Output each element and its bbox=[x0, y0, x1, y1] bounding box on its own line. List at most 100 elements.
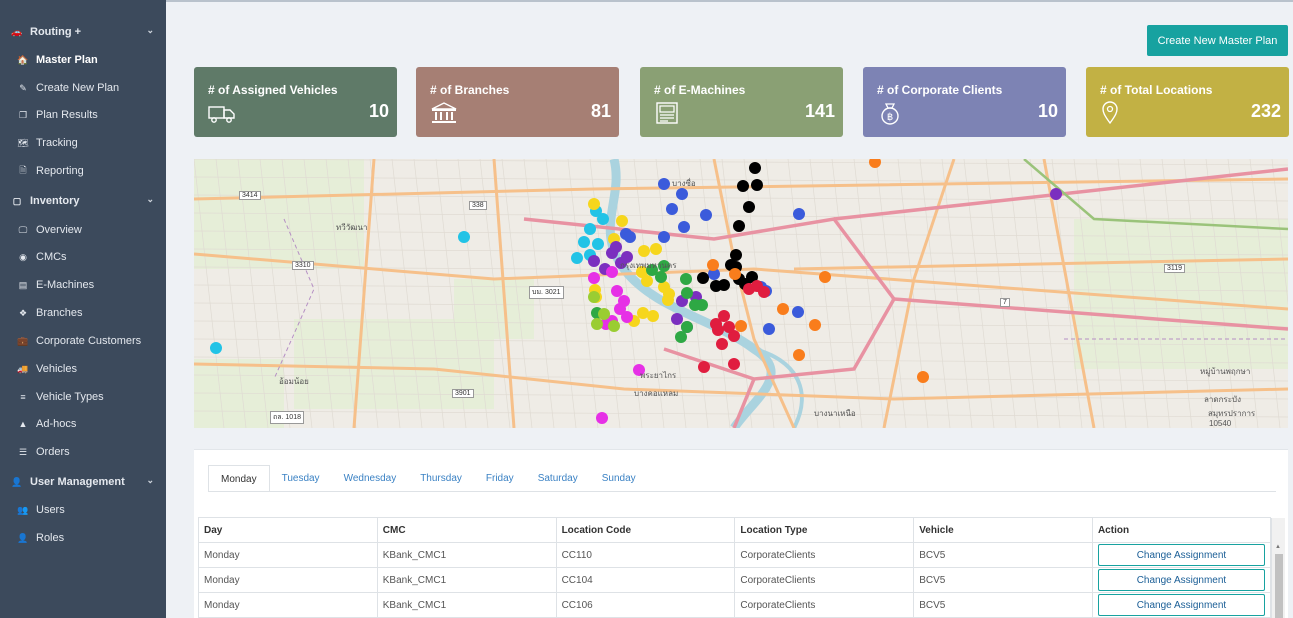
table-scrollbar[interactable]: ▲ bbox=[1271, 518, 1285, 618]
sidebar-item-plan-results[interactable]: ❐ Plan Results bbox=[0, 104, 166, 126]
map-marker-yellow[interactable] bbox=[638, 245, 650, 257]
map-marker-green[interactable] bbox=[680, 273, 692, 285]
map-marker-cyan[interactable] bbox=[584, 223, 596, 235]
map-marker-orange[interactable] bbox=[917, 371, 929, 383]
sidebar-item-users[interactable]: 👥 Users bbox=[0, 499, 166, 521]
change-assignment-button[interactable]: Change Assignment bbox=[1097, 594, 1265, 616]
map-marker-red[interactable] bbox=[728, 358, 740, 370]
map-marker-red[interactable] bbox=[712, 324, 724, 336]
map-marker-black[interactable] bbox=[743, 201, 755, 213]
change-assignment-button[interactable]: Change Assignment bbox=[1097, 569, 1265, 591]
map-marker-cyan[interactable] bbox=[578, 236, 590, 248]
map-marker-black[interactable] bbox=[751, 179, 763, 191]
chevron-down-icon[interactable]: ⌄ bbox=[146, 475, 154, 486]
sidebar-item-ad-hocs[interactable]: ▲ Ad-hocs bbox=[0, 413, 166, 435]
map-marker-black[interactable] bbox=[697, 272, 709, 284]
map-marker-orange[interactable] bbox=[707, 259, 719, 271]
map-marker-orange[interactable] bbox=[809, 319, 821, 331]
map-marker-black[interactable] bbox=[749, 162, 761, 174]
map-marker-lime[interactable] bbox=[588, 291, 600, 303]
sidebar-item-branches[interactable]: ❖ Branches bbox=[0, 302, 166, 324]
map-marker-red[interactable] bbox=[698, 361, 710, 373]
map-marker-green[interactable] bbox=[655, 271, 667, 283]
map-marker-blue[interactable] bbox=[792, 306, 804, 318]
sidebar-item-cmcs[interactable]: ◉ CMCs bbox=[0, 246, 166, 268]
map-marker-blue[interactable] bbox=[624, 231, 636, 243]
tab-tuesday[interactable]: Tuesday bbox=[270, 465, 332, 492]
map-marker-red[interactable] bbox=[718, 310, 730, 322]
map-marker-purple[interactable] bbox=[610, 241, 622, 253]
chevron-down-icon[interactable]: ⌄ bbox=[146, 194, 154, 205]
map-marker-lime[interactable] bbox=[608, 320, 620, 332]
tab-saturday[interactable]: Saturday bbox=[526, 465, 590, 492]
map-marker-red[interactable] bbox=[716, 338, 728, 350]
chevron-down-icon[interactable]: ⌄ bbox=[146, 25, 154, 36]
map-marker-yellow[interactable] bbox=[588, 198, 600, 210]
sidebar-item-roles[interactable]: 👤 Roles bbox=[0, 527, 166, 549]
sidebar-group-user-management[interactable]: 👤 User Management ⌄ bbox=[0, 471, 166, 493]
map-marker-magenta[interactable] bbox=[588, 272, 600, 284]
map-marker-magenta[interactable] bbox=[621, 311, 633, 323]
map-marker-orange[interactable] bbox=[793, 349, 805, 361]
map-marker-green[interactable] bbox=[681, 321, 693, 333]
map-marker-black[interactable] bbox=[718, 279, 730, 291]
map-marker-green[interactable] bbox=[681, 287, 693, 299]
map-marker-purple[interactable] bbox=[588, 255, 600, 267]
map-marker-lime[interactable] bbox=[591, 318, 603, 330]
map-marker-magenta[interactable] bbox=[606, 266, 618, 278]
map-marker-yellow[interactable] bbox=[616, 215, 628, 227]
map-marker-green[interactable] bbox=[675, 331, 687, 343]
sidebar-item-tracking[interactable]: 🗺 Tracking bbox=[0, 132, 166, 154]
sidebar-item-master-plan[interactable]: 🏠 Master Plan bbox=[0, 49, 166, 71]
map-marker-blue[interactable] bbox=[700, 209, 712, 221]
map-marker-purple[interactable] bbox=[1050, 188, 1062, 200]
map-marker-cyan[interactable] bbox=[592, 238, 604, 250]
column-header-day[interactable]: Day bbox=[198, 517, 378, 543]
sidebar-item-reporting[interactable]: 🗎 Reporting bbox=[0, 160, 166, 182]
map-marker-blue[interactable] bbox=[763, 323, 775, 335]
map-marker-magenta[interactable] bbox=[611, 285, 623, 297]
map-marker-yellow[interactable] bbox=[647, 310, 659, 322]
map-marker-cyan[interactable] bbox=[571, 252, 583, 264]
map-marker-cyan[interactable] bbox=[210, 342, 222, 354]
sidebar-item-e-machines[interactable]: ▤ E-Machines bbox=[0, 274, 166, 296]
tab-thursday[interactable]: Thursday bbox=[408, 465, 474, 492]
map-marker-blue[interactable] bbox=[658, 178, 670, 190]
map-canvas[interactable] bbox=[194, 159, 1288, 428]
scroll-up-icon[interactable]: ▲ bbox=[1275, 544, 1281, 550]
create-master-plan-button[interactable]: Create New Master Plan bbox=[1147, 25, 1288, 56]
column-header-location-code[interactable]: Location Code bbox=[555, 517, 736, 543]
map-marker-black[interactable] bbox=[733, 220, 745, 232]
map-marker-lime[interactable] bbox=[598, 308, 610, 320]
map-marker-yellow[interactable] bbox=[662, 294, 674, 306]
sidebar-group-routing[interactable]: 🚗 Routing + ⌄ bbox=[0, 21, 166, 43]
map-marker-purple[interactable] bbox=[671, 313, 683, 325]
map-marker-magenta[interactable] bbox=[596, 412, 608, 424]
tab-wednesday[interactable]: Wednesday bbox=[332, 465, 409, 492]
map-marker-orange[interactable] bbox=[777, 303, 789, 315]
map-marker-orange[interactable] bbox=[729, 268, 741, 280]
sidebar-item-vehicles[interactable]: 🚚 Vehicles bbox=[0, 358, 166, 380]
sidebar-item-overview[interactable]: 🖵 Overview bbox=[0, 219, 166, 241]
column-header-vehicle[interactable]: Vehicle bbox=[913, 517, 1093, 543]
change-assignment-button[interactable]: Change Assignment bbox=[1097, 544, 1265, 566]
map-marker-black[interactable] bbox=[737, 180, 749, 192]
tab-sunday[interactable]: Sunday bbox=[590, 465, 648, 492]
sidebar-item-vehicle-types[interactable]: ≡ Vehicle Types bbox=[0, 386, 166, 408]
map-marker-orange[interactable] bbox=[819, 271, 831, 283]
map-marker-blue[interactable] bbox=[658, 231, 670, 243]
route-map[interactable]: บางซื่อ กรุงเทพมหานคร พระยาไกร บางคอแหลม ทวี… bbox=[194, 159, 1288, 428]
scrollbar-thumb[interactable] bbox=[1275, 554, 1283, 618]
map-marker-orange[interactable] bbox=[735, 320, 747, 332]
column-header-location-type[interactable]: Location Type bbox=[734, 517, 915, 543]
column-header-action[interactable]: Action bbox=[1091, 517, 1272, 543]
map-marker-yellow[interactable] bbox=[641, 275, 653, 287]
sidebar-item-orders[interactable]: ☰ Orders bbox=[0, 441, 166, 463]
map-marker-red[interactable] bbox=[758, 286, 770, 298]
map-marker-blue[interactable] bbox=[666, 203, 678, 215]
map-marker-blue[interactable] bbox=[678, 221, 690, 233]
sidebar-item-create-new-plan[interactable]: ✎ Create New Plan bbox=[0, 77, 166, 99]
sidebar-group-inventory[interactable]: ▢ Inventory ⌄ bbox=[0, 190, 166, 212]
map-marker-cyan[interactable] bbox=[458, 231, 470, 243]
map-marker-blue[interactable] bbox=[793, 208, 805, 220]
